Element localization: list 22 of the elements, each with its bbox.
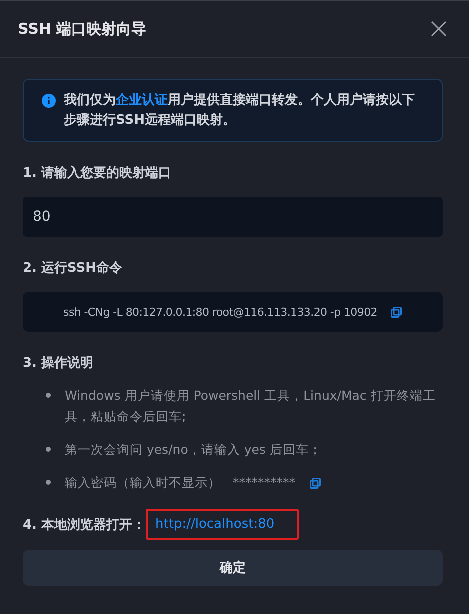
notice-text: 我们仅为企业认证用户提供直接端口转发。个人用户请按以下步骤进行SSH远程端口映射。 [64, 92, 416, 130]
localhost-link[interactable]: http://localhost:80 [146, 509, 299, 540]
step-title: 3. 操作说明 [23, 355, 95, 373]
port-input[interactable]: 80 [23, 197, 443, 237]
instruction-text: 输入密码（输入时不显示） [65, 474, 221, 492]
instruction-text: 第一次会询问 yes/no，请输入 yes 后回车； [65, 441, 322, 459]
dialog-title: SSH 端口映射向导 [18, 20, 147, 38]
close-icon[interactable] [431, 21, 447, 37]
step-title: 4. 本地浏览器打开： [23, 516, 146, 534]
step-title: 2. 运行SSH命令 [23, 260, 124, 278]
bullet-icon [46, 393, 51, 398]
copy-icon[interactable] [310, 478, 320, 489]
instruction-text: Windows 用户请使用 Powershell 工具，Linux/Mac 打开终端工具，粘贴命令后回车; [65, 387, 437, 426]
step-title: 1. 请输入您要的映射端口 [23, 165, 173, 183]
link[interactable]: 企业认证 [116, 93, 168, 108]
command-text: ssh -CNg -L 80:127.0.0.1:80 root@116.113.133.20 -p 10902 [64, 306, 378, 318]
copy-icon[interactable] [391, 306, 402, 318]
bullet-icon [46, 447, 51, 452]
info-icon [42, 94, 56, 108]
password-text: ********** [233, 474, 296, 492]
confirm-button[interactable]: 确定 [23, 550, 443, 586]
bullet-icon [46, 480, 51, 485]
